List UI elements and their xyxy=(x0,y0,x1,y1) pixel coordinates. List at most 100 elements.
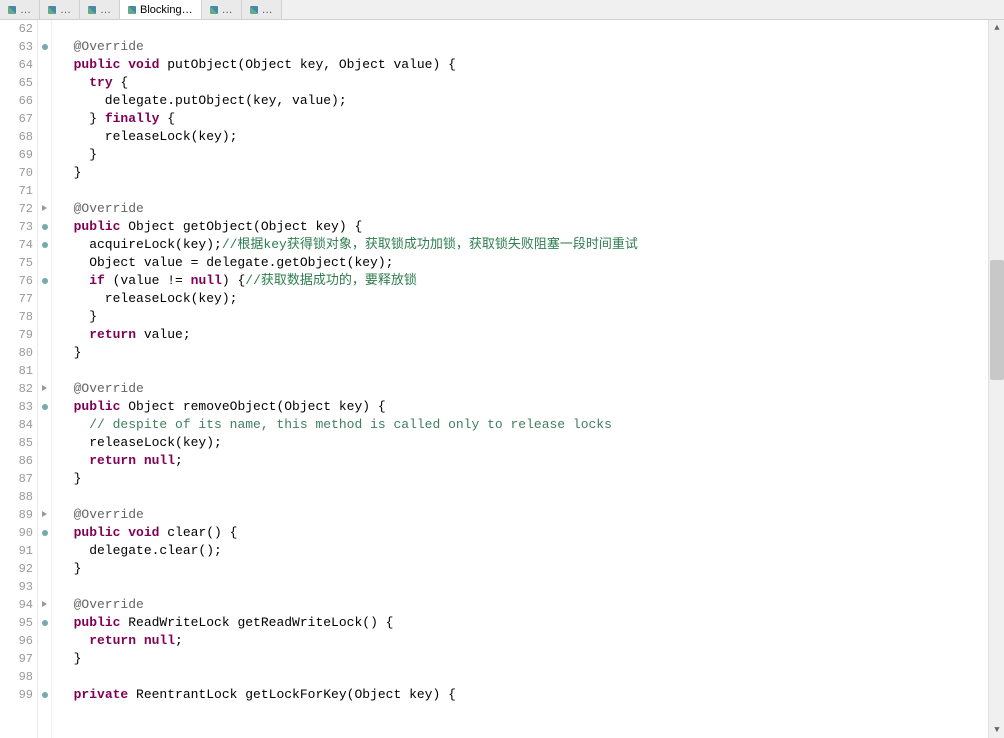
override-marker-icon[interactable] xyxy=(42,530,48,536)
code-area[interactable]: @Override public void putObject(Object k… xyxy=(52,20,1004,738)
code-line[interactable]: releaseLock(key); xyxy=(58,290,1004,308)
vertical-scrollbar[interactable]: ▲ ▼ xyxy=(988,20,1004,738)
line-number: 90 xyxy=(0,524,33,542)
code-token xyxy=(58,273,89,288)
code-token: value; xyxy=(136,327,191,342)
code-token: // despite of its name, this method is c… xyxy=(89,417,612,432)
code-token xyxy=(58,75,89,90)
code-line[interactable]: @Override xyxy=(58,380,1004,398)
code-line[interactable]: releaseLock(key); xyxy=(58,128,1004,146)
code-line[interactable]: return value; xyxy=(58,326,1004,344)
code-token: ; xyxy=(175,633,183,648)
line-number: 62 xyxy=(0,20,33,38)
code-line[interactable]: Object value = delegate.getObject(key); xyxy=(58,254,1004,272)
tab-label: … xyxy=(262,4,273,16)
fold-triangle-icon[interactable] xyxy=(42,511,47,517)
code-line[interactable]: @Override xyxy=(58,200,1004,218)
code-line[interactable]: public ReadWriteLock getReadWriteLock() … xyxy=(58,614,1004,632)
annotation-cell xyxy=(38,200,51,218)
editor-tab[interactable]: … xyxy=(0,0,40,19)
line-number: 89 xyxy=(0,506,33,524)
code-line[interactable]: public Object removeObject(Object key) { xyxy=(58,398,1004,416)
code-line[interactable] xyxy=(58,578,1004,596)
code-line[interactable]: if (value != null) {//获取数据成功的，要释放锁 xyxy=(58,272,1004,290)
tab-label: … xyxy=(100,4,111,16)
code-line[interactable]: return null; xyxy=(58,452,1004,470)
java-file-icon xyxy=(128,6,136,14)
editor-tab[interactable]: … xyxy=(40,0,80,19)
code-line[interactable]: private ReentrantLock getLockForKey(Obje… xyxy=(58,686,1004,704)
line-number: 76 xyxy=(0,272,33,290)
code-line[interactable] xyxy=(58,488,1004,506)
fold-triangle-icon[interactable] xyxy=(42,385,47,391)
code-token: return null xyxy=(89,633,175,648)
code-line[interactable]: } xyxy=(58,164,1004,182)
code-line[interactable]: } finally { xyxy=(58,110,1004,128)
code-line[interactable]: return null; xyxy=(58,632,1004,650)
line-number: 86 xyxy=(0,452,33,470)
code-line[interactable]: try { xyxy=(58,74,1004,92)
override-marker-icon[interactable] xyxy=(42,278,48,284)
override-marker-icon[interactable] xyxy=(42,620,48,626)
code-line[interactable]: public void clear() { xyxy=(58,524,1004,542)
annotation-cell xyxy=(38,164,51,182)
code-line[interactable]: } xyxy=(58,470,1004,488)
code-line[interactable]: @Override xyxy=(58,38,1004,56)
code-token: releaseLock(key); xyxy=(58,435,222,450)
code-line[interactable]: @Override xyxy=(58,506,1004,524)
code-token: public xyxy=(74,615,121,630)
code-line[interactable]: delegate.clear(); xyxy=(58,542,1004,560)
code-token: @Override xyxy=(58,381,144,396)
line-number: 95 xyxy=(0,614,33,632)
code-line[interactable] xyxy=(58,668,1004,686)
line-number: 67 xyxy=(0,110,33,128)
annotation-cell xyxy=(38,74,51,92)
line-number: 73 xyxy=(0,218,33,236)
code-token: Object removeObject(Object key) { xyxy=(120,399,385,414)
code-line[interactable] xyxy=(58,182,1004,200)
override-marker-icon[interactable] xyxy=(42,404,48,410)
override-marker-icon[interactable] xyxy=(42,242,48,248)
code-line[interactable]: delegate.putObject(key, value); xyxy=(58,92,1004,110)
code-token: delegate.clear(); xyxy=(58,543,222,558)
annotation-cell xyxy=(38,254,51,272)
code-line[interactable] xyxy=(58,362,1004,380)
line-number: 97 xyxy=(0,650,33,668)
editor-tab[interactable]: Blocking… xyxy=(120,0,202,19)
code-line[interactable]: public void putObject(Object key, Object… xyxy=(58,56,1004,74)
code-line[interactable]: releaseLock(key); xyxy=(58,434,1004,452)
code-line[interactable]: } xyxy=(58,344,1004,362)
scroll-down-arrow[interactable]: ▼ xyxy=(989,722,1004,738)
editor-tab[interactable]: … xyxy=(202,0,242,19)
annotation-cell xyxy=(38,38,51,56)
fold-triangle-icon[interactable] xyxy=(42,205,47,211)
line-number: 85 xyxy=(0,434,33,452)
code-line[interactable]: acquireLock(key);//根据key获得锁对象，获取锁成功加锁，获取… xyxy=(58,236,1004,254)
code-line[interactable]: } xyxy=(58,308,1004,326)
code-line[interactable]: } xyxy=(58,650,1004,668)
code-line[interactable]: } xyxy=(58,146,1004,164)
override-marker-icon[interactable] xyxy=(42,692,48,698)
line-number: 94 xyxy=(0,596,33,614)
annotation-cell xyxy=(38,380,51,398)
code-line[interactable]: } xyxy=(58,560,1004,578)
editor-tab[interactable]: … xyxy=(242,0,282,19)
editor-tab[interactable]: … xyxy=(80,0,120,19)
line-number: 87 xyxy=(0,470,33,488)
override-marker-icon[interactable] xyxy=(42,224,48,230)
override-marker-icon[interactable] xyxy=(42,44,48,50)
code-token: } xyxy=(58,309,97,324)
code-token: delegate.putObject(key, value); xyxy=(58,93,347,108)
line-number: 91 xyxy=(0,542,33,560)
code-line[interactable] xyxy=(58,20,1004,38)
code-line[interactable]: public Object getObject(Object key) { xyxy=(58,218,1004,236)
code-line[interactable]: @Override xyxy=(58,596,1004,614)
scroll-up-arrow[interactable]: ▲ xyxy=(989,20,1004,36)
fold-triangle-icon[interactable] xyxy=(42,601,47,607)
scrollbar-thumb[interactable] xyxy=(990,260,1004,380)
code-token: try xyxy=(89,75,112,90)
code-token: } xyxy=(58,165,81,180)
code-token: } xyxy=(58,651,81,666)
annotation-cell xyxy=(38,524,51,542)
code-line[interactable]: // despite of its name, this method is c… xyxy=(58,416,1004,434)
